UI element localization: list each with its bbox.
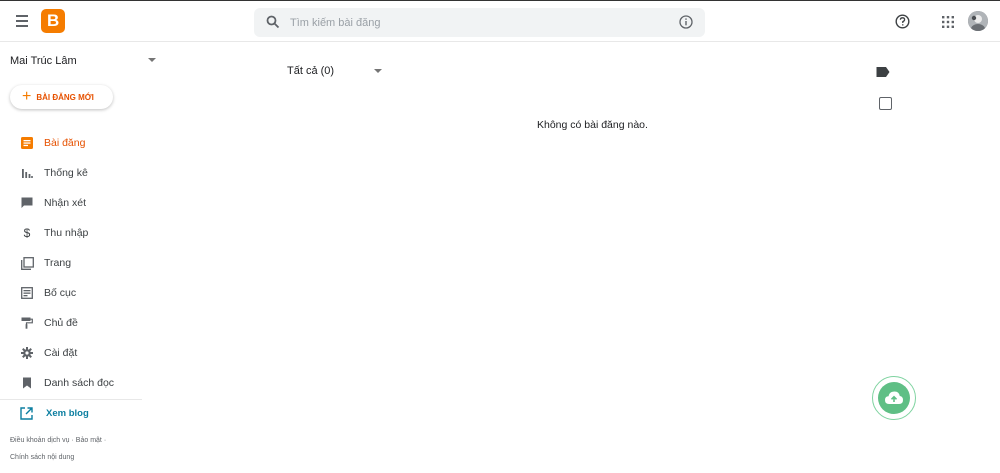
sidebar-item-earnings[interactable]: $ Thu nhập (0, 218, 142, 248)
privacy-link[interactable]: Bảo mật (76, 437, 102, 444)
hamburger-menu-icon[interactable] (12, 12, 32, 32)
sidebar-item-label: Bố cục (44, 287, 77, 299)
new-post-button[interactable]: + BÀI ĐĂNG MỚI (10, 85, 113, 109)
gear-icon (20, 346, 34, 360)
search-input[interactable] (290, 13, 670, 33)
info-icon[interactable] (679, 15, 693, 29)
pages-icon (20, 256, 34, 270)
blog-name[interactable]: Mai Trúc Lâm (10, 55, 77, 67)
sidebar-divider (0, 399, 142, 400)
sidebar-item-reading-list[interactable]: Danh sách đọc (0, 368, 142, 398)
external-link-icon (20, 407, 33, 420)
sidebar-item-layout[interactable]: Bố cục (0, 278, 142, 308)
comment-icon (20, 196, 34, 210)
post-filter-label: Tất cả (0) (287, 65, 335, 77)
new-post-label: BÀI ĐĂNG MỚI (36, 92, 94, 102)
post-filter-dropdown[interactable]: Tất cả (0) (287, 65, 383, 77)
sidebar-item-posts[interactable]: Bài đăng (0, 128, 142, 158)
sidebar-item-label: Chủ đề (44, 317, 78, 329)
empty-state-message: Không có bài đăng nào. (537, 119, 648, 131)
sidebar-item-stats[interactable]: Thống kê (0, 158, 142, 188)
content-policy-link[interactable]: Chính sách nội dung (10, 454, 74, 461)
sidebar-item-theme[interactable]: Chủ đề (0, 308, 142, 338)
blogger-logo[interactable] (41, 9, 65, 33)
search-icon[interactable] (266, 15, 280, 29)
sidebar-item-settings[interactable]: Cài đặt (0, 338, 142, 368)
chevron-down-icon (374, 69, 383, 73)
stats-icon (20, 166, 34, 180)
plus-icon: + (22, 88, 32, 105)
layout-icon (20, 286, 34, 300)
view-blog-label: Xem blog (46, 408, 89, 419)
paint-roller-icon (20, 316, 34, 330)
select-all-checkbox[interactable] (879, 97, 892, 110)
upload-fab-button[interactable] (872, 376, 916, 420)
posts-icon (20, 136, 34, 150)
cloud-upload-icon (878, 382, 910, 414)
help-icon[interactable] (895, 14, 910, 29)
sidebar-footer: Điều khoản dịch vụ · Bảo mật · Chính sác… (10, 432, 140, 466)
sidebar-item-label: Cài đặt (44, 347, 78, 359)
sidebar-item-label: Bài đăng (44, 137, 86, 149)
footer-separator: · (103, 437, 107, 444)
sidebar-item-label: Trang (44, 257, 72, 269)
sidebar-item-label: Danh sách đọc (44, 377, 115, 389)
view-blog-link[interactable]: Xem blog (20, 407, 89, 420)
bookmark-icon (20, 376, 34, 390)
top-bar (0, 0, 1000, 42)
avatar[interactable] (968, 11, 988, 31)
search-bar (254, 8, 705, 37)
sidebar-item-comments[interactable]: Nhận xét (0, 188, 142, 218)
sidebar-nav: Bài đăng Thống kê Nhận xét $ Thu nhập Tr… (0, 128, 142, 398)
sidebar-item-pages[interactable]: Trang (0, 248, 142, 278)
terms-link[interactable]: Điều khoản dịch vụ (10, 437, 70, 444)
sidebar-item-label: Thu nhập (44, 227, 89, 239)
label-icon[interactable] (876, 66, 890, 78)
dollar-icon: $ (23, 226, 31, 240)
apps-grid-icon[interactable] (942, 16, 954, 28)
sidebar-item-label: Thống kê (44, 167, 88, 179)
footer-separator: · (71, 437, 74, 444)
sidebar-item-label: Nhận xét (44, 197, 87, 209)
main-content: Tất cả (0) Không có bài đăng nào. (142, 42, 1000, 473)
sidebar: Mai Trúc Lâm + BÀI ĐĂNG MỚI Bài đăng Thố… (0, 42, 156, 473)
